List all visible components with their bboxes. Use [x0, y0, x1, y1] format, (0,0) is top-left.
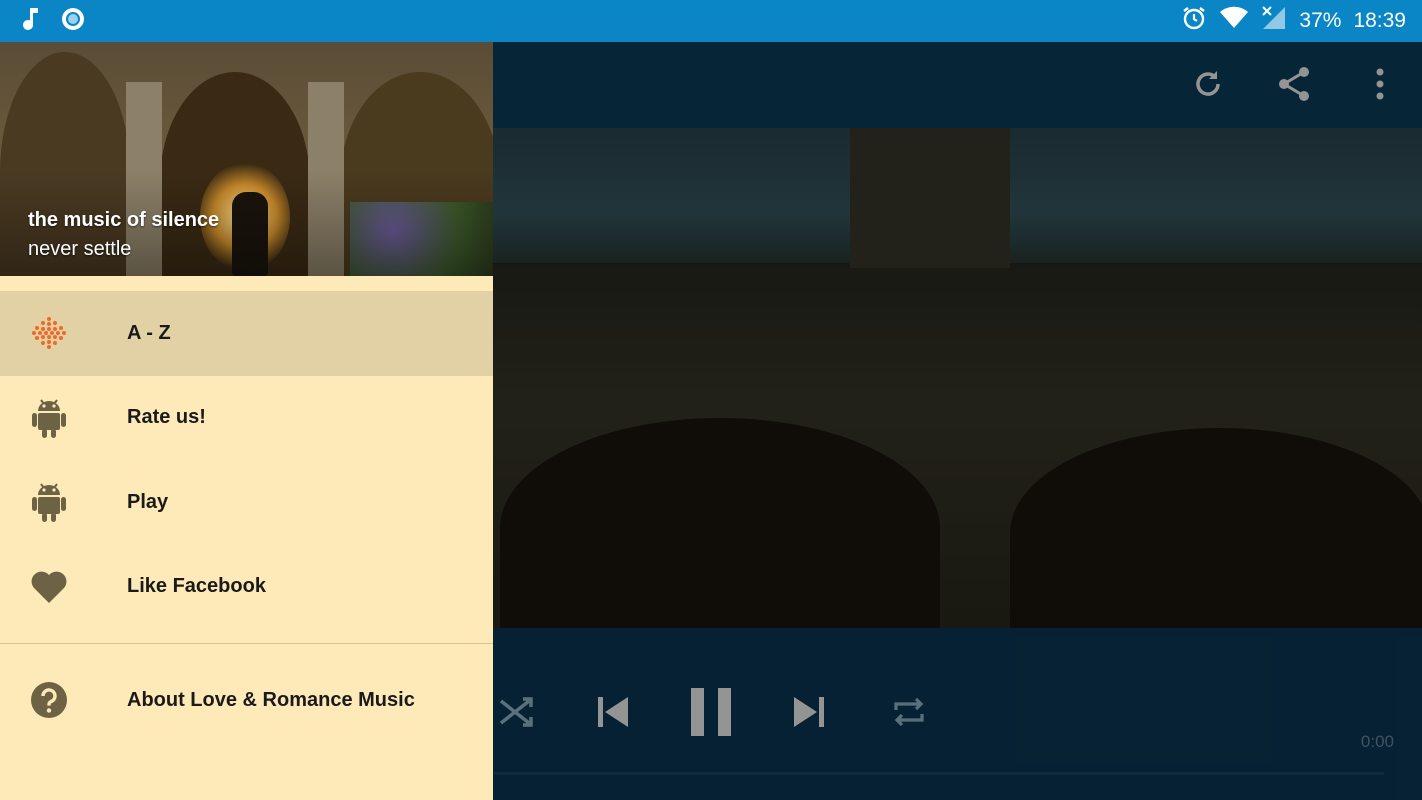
menu-item-label: A - Z	[127, 321, 171, 344]
header-subtitle: never settle	[28, 238, 132, 260]
wifi-icon	[1219, 6, 1249, 36]
menu-item-play[interactable]: Play	[0, 460, 493, 545]
menu-item-a-z[interactable]: A - Z	[0, 291, 493, 376]
alarm-icon	[1181, 5, 1207, 37]
clock: 18:39	[1353, 9, 1406, 32]
music-note-icon	[20, 6, 42, 37]
drawer-divider	[0, 643, 493, 644]
menu-item-like-facebook[interactable]: Like Facebook	[0, 545, 493, 630]
header-title: the music of silence	[28, 209, 220, 231]
navigation-drawer: the music of silence never settle A - Z	[0, 42, 493, 800]
battery-percent: 37%	[1299, 9, 1342, 32]
status-bar: 37% 18:39	[0, 0, 1422, 42]
menu-item-label: Like Facebook	[127, 575, 266, 598]
android-icon	[30, 399, 68, 438]
drawer-header: the music of silence never settle	[0, 42, 493, 276]
menu-item-about[interactable]: About Love & Romance Music	[0, 658, 493, 742]
signal-icon	[1261, 5, 1287, 37]
android-icon	[30, 483, 68, 523]
help-circle-icon	[30, 681, 68, 719]
menu-item-label: Rate us!	[127, 406, 206, 429]
heart-icon	[30, 568, 68, 606]
menu-item-label: About Love & Romance Music	[127, 688, 415, 711]
circle-notification-icon	[60, 6, 86, 37]
equalizer-dots-icon	[30, 314, 68, 352]
menu-item-label: Play	[127, 490, 169, 513]
menu-item-rate-us[interactable]: Rate us!	[0, 376, 493, 461]
drawer-menu: A - Z Rate us! Play Like Facebook	[0, 291, 493, 629]
